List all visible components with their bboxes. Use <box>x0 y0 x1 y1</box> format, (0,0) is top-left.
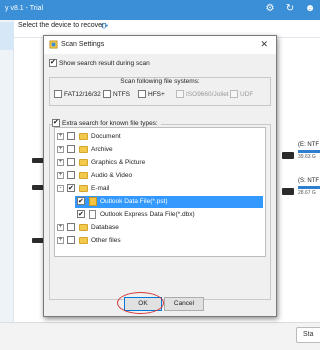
fs-option-fat[interactable]: FAT12/16/32 <box>54 90 101 98</box>
folder-icon <box>79 223 88 231</box>
tree-checkbox[interactable] <box>67 236 75 245</box>
tree-item-outlook-pst[interactable]: Outlook Data File(*.pst) <box>75 196 263 208</box>
drive-label: (S: NTF <box>298 178 319 184</box>
tree-checkbox[interactable] <box>67 183 75 195</box>
dialog-title: Scan Settings <box>61 41 105 48</box>
help-icon[interactable]: ↻ <box>284 3 296 15</box>
drive-item[interactable]: (S: NTF 28.67 G <box>270 178 320 196</box>
key-icon[interactable]: ⚙ <box>264 3 276 15</box>
drive-label: (E: NTF <box>298 142 319 148</box>
filesystem-group-title: Scan following file systems: <box>120 78 200 85</box>
tree-checkbox[interactable] <box>67 132 75 141</box>
expand-icon[interactable]: + <box>57 133 64 140</box>
tree-label: E-mail <box>91 185 110 192</box>
user-icon[interactable]: ☻ <box>304 3 316 15</box>
tree-label: Graphics & Picture <box>91 159 146 166</box>
fs-label: ISO9660/Joliet <box>186 90 229 98</box>
select-device-label: Select the device to recover: <box>18 22 107 29</box>
drive-size: 28.67 G <box>298 190 316 196</box>
tree-label: Archive <box>91 146 113 153</box>
tree-item-other[interactable]: + Other files <box>55 235 265 247</box>
expand-icon[interactable]: + <box>57 146 64 153</box>
tree-item-audio-video[interactable]: + Audio & Video <box>55 170 265 182</box>
tree-checkbox[interactable] <box>77 196 85 208</box>
expand-icon[interactable]: + <box>57 159 64 166</box>
tree-checkbox[interactable] <box>67 223 75 232</box>
left-panel <box>0 20 14 350</box>
tree-checkbox[interactable] <box>67 145 75 154</box>
cancel-button[interactable]: Cancel <box>164 297 204 311</box>
folder-icon <box>79 132 88 140</box>
tree-item-graphics[interactable]: + Graphics & Picture <box>55 157 265 169</box>
fs-label: NTFS <box>113 90 130 98</box>
drive-item[interactable]: (E: NTF 39.63 G <box>270 142 320 160</box>
app-footer <box>0 322 320 350</box>
app-title-bar: y v8.1 - Trial ⚙ ↻ ☻ <box>0 0 320 20</box>
extra-search-option[interactable]: Extra search for known file types: <box>52 118 161 127</box>
fs-label: HFS+ <box>148 90 165 98</box>
tree-item-outlook-dbx[interactable]: Outlook Express Data File(*.dbx) <box>75 209 263 221</box>
tree-item-archive[interactable]: + Archive <box>55 144 265 156</box>
fs-option-udf: UDF <box>230 90 253 98</box>
drive-usage-bar <box>298 186 320 189</box>
left-panel-selection[interactable] <box>0 22 14 50</box>
drive-size: 39.63 G <box>298 154 316 160</box>
fs-checkbox <box>176 90 184 98</box>
folder-icon <box>79 236 88 244</box>
expand-icon[interactable]: + <box>57 237 64 244</box>
start-button[interactable]: Sta <box>296 327 320 343</box>
app-title: y v8.1 - Trial <box>5 5 44 12</box>
fs-checkbox[interactable] <box>138 90 146 98</box>
tree-checkbox[interactable] <box>67 171 75 180</box>
fs-checkbox[interactable] <box>54 90 62 98</box>
expand-icon[interactable]: + <box>57 172 64 179</box>
fs-label: UDF <box>240 90 254 98</box>
tree-label: Document <box>91 133 121 140</box>
tree-label: Audio & Video <box>91 172 133 179</box>
folder-icon <box>79 184 88 192</box>
highlight-ring <box>117 292 164 314</box>
fs-checkbox <box>230 90 238 98</box>
fs-option-hfs[interactable]: HFS+ <box>138 90 165 98</box>
tree-label: Outlook Express Data File(*.dbx) <box>100 211 195 218</box>
fs-label: FAT12/16/32 <box>64 90 101 98</box>
folder-icon <box>79 145 88 153</box>
folder-icon <box>79 158 88 166</box>
fs-option-ntfs[interactable]: NTFS <box>103 90 130 98</box>
file-type-tree: + Document + Archive + Graphics & Pictur… <box>54 127 266 257</box>
extra-search-label: Extra search for known file types: <box>62 119 158 127</box>
show-results-label: Show search result during scan <box>59 59 150 67</box>
extra-search-checkbox[interactable] <box>52 118 60 127</box>
file-icon <box>89 209 96 219</box>
show-results-checkbox[interactable] <box>49 58 57 67</box>
tree-label: Other files <box>91 237 121 244</box>
tree-item-email[interactable]: - E-mail <box>55 183 265 195</box>
tree-item-database[interactable]: + Database <box>55 222 265 234</box>
tree-label: Database <box>91 224 119 231</box>
drive-usage-bar <box>298 150 320 153</box>
tree-checkbox[interactable] <box>77 209 85 221</box>
settings-icon <box>49 40 58 49</box>
collapse-icon[interactable]: - <box>57 185 64 192</box>
dialog-title-bar: Scan Settings ✕ <box>44 36 276 54</box>
pst-file-icon <box>89 196 97 206</box>
filesystem-group: Scan following file systems: FAT12/16/32… <box>49 77 271 106</box>
expand-icon[interactable]: + <box>57 224 64 231</box>
tree-item-document[interactable]: + Document <box>55 131 265 143</box>
tree-label: Outlook Data File(*.pst) <box>100 198 168 205</box>
refresh-icon[interactable]: ⟳ <box>101 21 109 32</box>
fs-checkbox[interactable] <box>103 90 111 98</box>
fs-option-iso: ISO9660/Joliet <box>176 90 229 98</box>
show-results-option[interactable]: Show search result during scan <box>49 58 150 67</box>
folder-icon <box>79 171 88 179</box>
tree-checkbox[interactable] <box>67 158 75 167</box>
close-icon[interactable]: ✕ <box>260 39 268 50</box>
scan-settings-dialog: Scan Settings ✕ Show search result durin… <box>43 35 277 317</box>
